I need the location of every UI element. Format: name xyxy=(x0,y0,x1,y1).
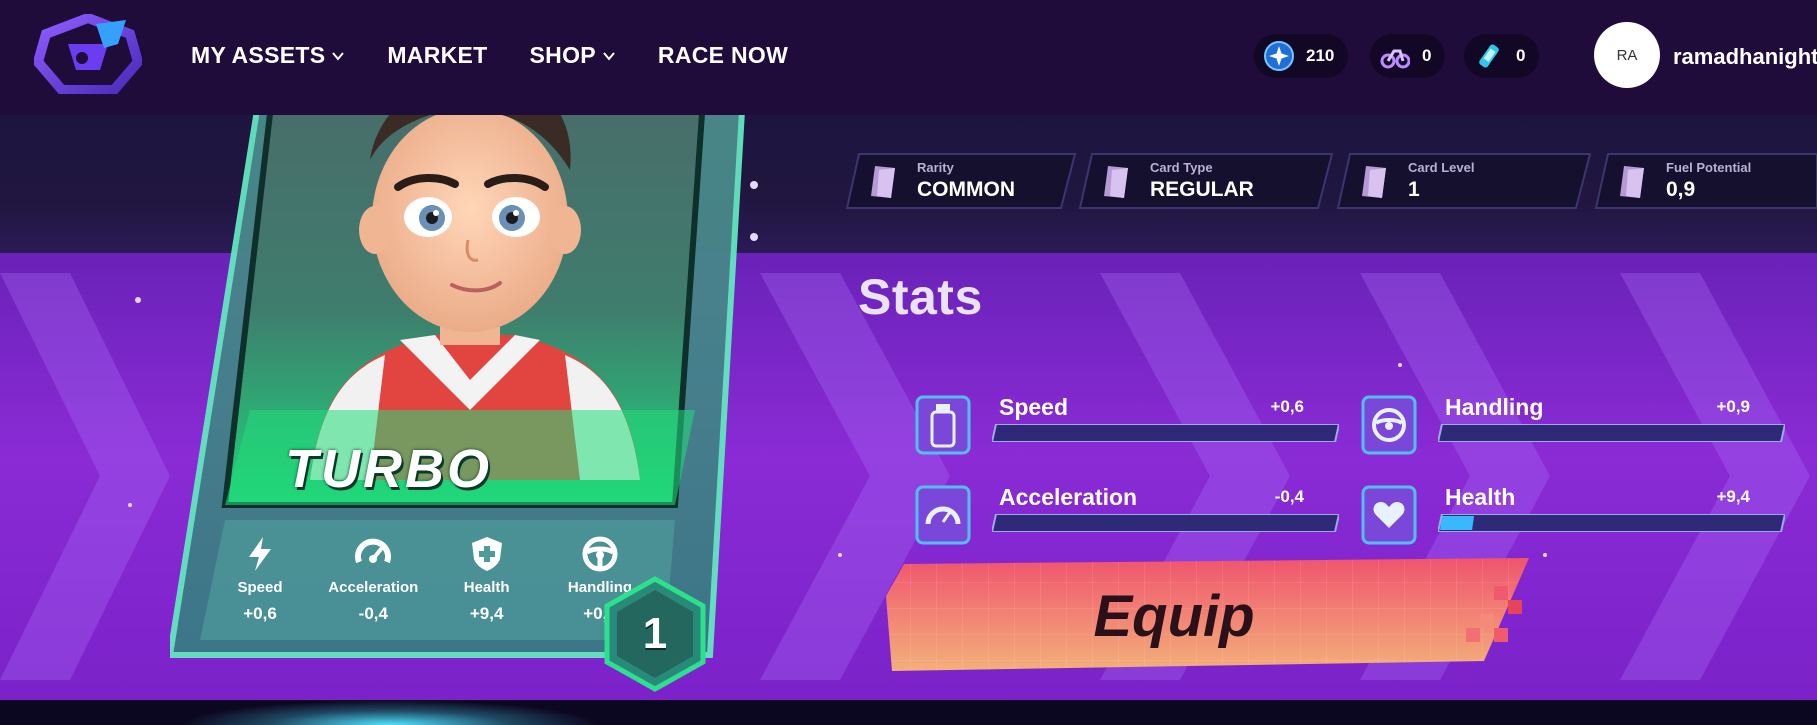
lightning-icon xyxy=(249,537,271,571)
chevron-down-icon xyxy=(332,51,345,61)
main-menu: MY ASSETS MARKET SHOP RACE NOW xyxy=(191,42,788,69)
info-pill-label: Card Level xyxy=(1408,160,1475,175)
card-stat-value: +0,6 xyxy=(243,604,277,623)
stats-title: Stats xyxy=(858,269,983,325)
currency-motorbike[interactable]: 0 xyxy=(1370,34,1446,78)
avatar-initials: RA xyxy=(1616,46,1638,64)
info-pill-card-type: Card Type REGULAR xyxy=(1078,152,1334,210)
gauge-icon xyxy=(915,485,971,545)
steering-wheel-icon xyxy=(582,536,618,572)
card-stat-speed: Speed +0,6 xyxy=(210,535,310,624)
menu-market-label: MARKET xyxy=(387,42,488,68)
card-stack-icon xyxy=(1620,166,1644,198)
info-pill-value: 0,9 xyxy=(1666,178,1696,201)
info-pill-label: Card Type xyxy=(1150,160,1213,175)
stat-name: Handling xyxy=(1445,394,1544,420)
stat-bar xyxy=(1438,424,1785,442)
info-pill-fuel-potential: Fuel Potential 0,9 xyxy=(1594,152,1817,210)
stat-value: -0,4 xyxy=(1274,487,1304,506)
card-stat-label: Health xyxy=(463,579,510,596)
stat-value: +9,4 xyxy=(1716,487,1750,506)
equip-button[interactable]: Equip xyxy=(884,556,1534,676)
card-stat-value: +9,4 xyxy=(469,604,504,623)
star-coin-icon xyxy=(1264,41,1294,71)
info-pill-label: Rarity xyxy=(917,160,954,175)
top-navbar: MY ASSETS MARKET SHOP RACE NOW 210 0 0 R xyxy=(0,0,1817,115)
card-stack-icon xyxy=(1104,166,1128,198)
menu-race-now[interactable]: RACE NOW xyxy=(658,42,788,69)
speedometer-icon xyxy=(355,538,392,564)
menu-race-now-label: RACE NOW xyxy=(657,42,789,68)
card-stack-icon xyxy=(871,166,895,198)
steering-wheel-icon xyxy=(1361,395,1417,455)
card-stat-health: Health +9,4 xyxy=(437,535,537,624)
card-stat-label: Speed xyxy=(237,579,283,596)
currency-star-coin-value: 210 xyxy=(1306,46,1335,65)
info-pill-value: COMMON xyxy=(917,178,1015,201)
heart-icon xyxy=(1361,485,1417,545)
stat-name: Health xyxy=(1445,484,1516,510)
stat-name: Acceleration xyxy=(999,484,1138,510)
motorbike-icon xyxy=(1380,41,1410,71)
currency-fuel-value: 0 xyxy=(1516,46,1526,65)
shield-plus-icon xyxy=(471,537,502,571)
stat-bar xyxy=(992,514,1339,532)
nitro-bottle-icon xyxy=(915,395,971,455)
username[interactable]: ramadhanight xyxy=(1673,44,1817,70)
menu-shop-label: SHOP xyxy=(529,42,596,68)
platform-glow xyxy=(180,700,600,725)
stat-row-handling: Handling +0,9 xyxy=(1360,394,1790,464)
card-stat-value: -0,4 xyxy=(358,604,388,623)
stat-row-acceleration: Acceleration -0,4 xyxy=(914,484,1344,554)
stat-row-health: Health +9,4 xyxy=(1360,484,1790,554)
card-level-number: 1 xyxy=(642,609,668,658)
currency-fuel[interactable]: 0 xyxy=(1464,34,1540,78)
stat-value: +0,9 xyxy=(1716,397,1750,416)
info-pill-rarity: Rarity COMMON xyxy=(845,152,1077,210)
info-pill-value: REGULAR xyxy=(1150,178,1254,201)
info-pill-label: Fuel Potential xyxy=(1666,160,1752,175)
chevron-down-icon xyxy=(603,51,615,61)
menu-shop[interactable]: SHOP xyxy=(530,42,616,69)
stat-bar xyxy=(992,424,1339,442)
fuel-canister-icon xyxy=(1474,41,1504,71)
info-pill-value: 1 xyxy=(1408,178,1420,201)
menu-my-assets[interactable]: MY ASSETS xyxy=(191,42,345,69)
card-character-name: TURBO xyxy=(285,439,492,499)
avatar[interactable]: RA xyxy=(1594,22,1660,88)
equip-button-label: Equip xyxy=(1093,583,1255,649)
currency-star-coin[interactable]: 210 xyxy=(1254,34,1349,78)
card-stats: Speed +0,6 Acceleration -0,4 Health +9,4… xyxy=(210,535,650,624)
stat-bar xyxy=(1438,514,1785,532)
card-stack-icon xyxy=(1362,166,1386,198)
currency-motorbike-value: 0 xyxy=(1422,46,1432,65)
card-stat-acceleration: Acceleration -0,4 xyxy=(323,535,423,624)
menu-my-assets-label: MY ASSETS xyxy=(191,42,326,68)
menu-market[interactable]: MARKET xyxy=(387,42,487,69)
card-level-badge: 1 xyxy=(603,576,707,692)
info-pill-card-level: Card Level 1 xyxy=(1336,152,1592,210)
rocket-shield-logo-icon[interactable] xyxy=(34,14,142,94)
card-stat-label: Acceleration xyxy=(328,579,419,596)
stat-value: +0,6 xyxy=(1270,397,1304,416)
stat-name: Speed xyxy=(999,394,1069,420)
stat-row-speed: Speed +0,6 xyxy=(914,394,1344,464)
